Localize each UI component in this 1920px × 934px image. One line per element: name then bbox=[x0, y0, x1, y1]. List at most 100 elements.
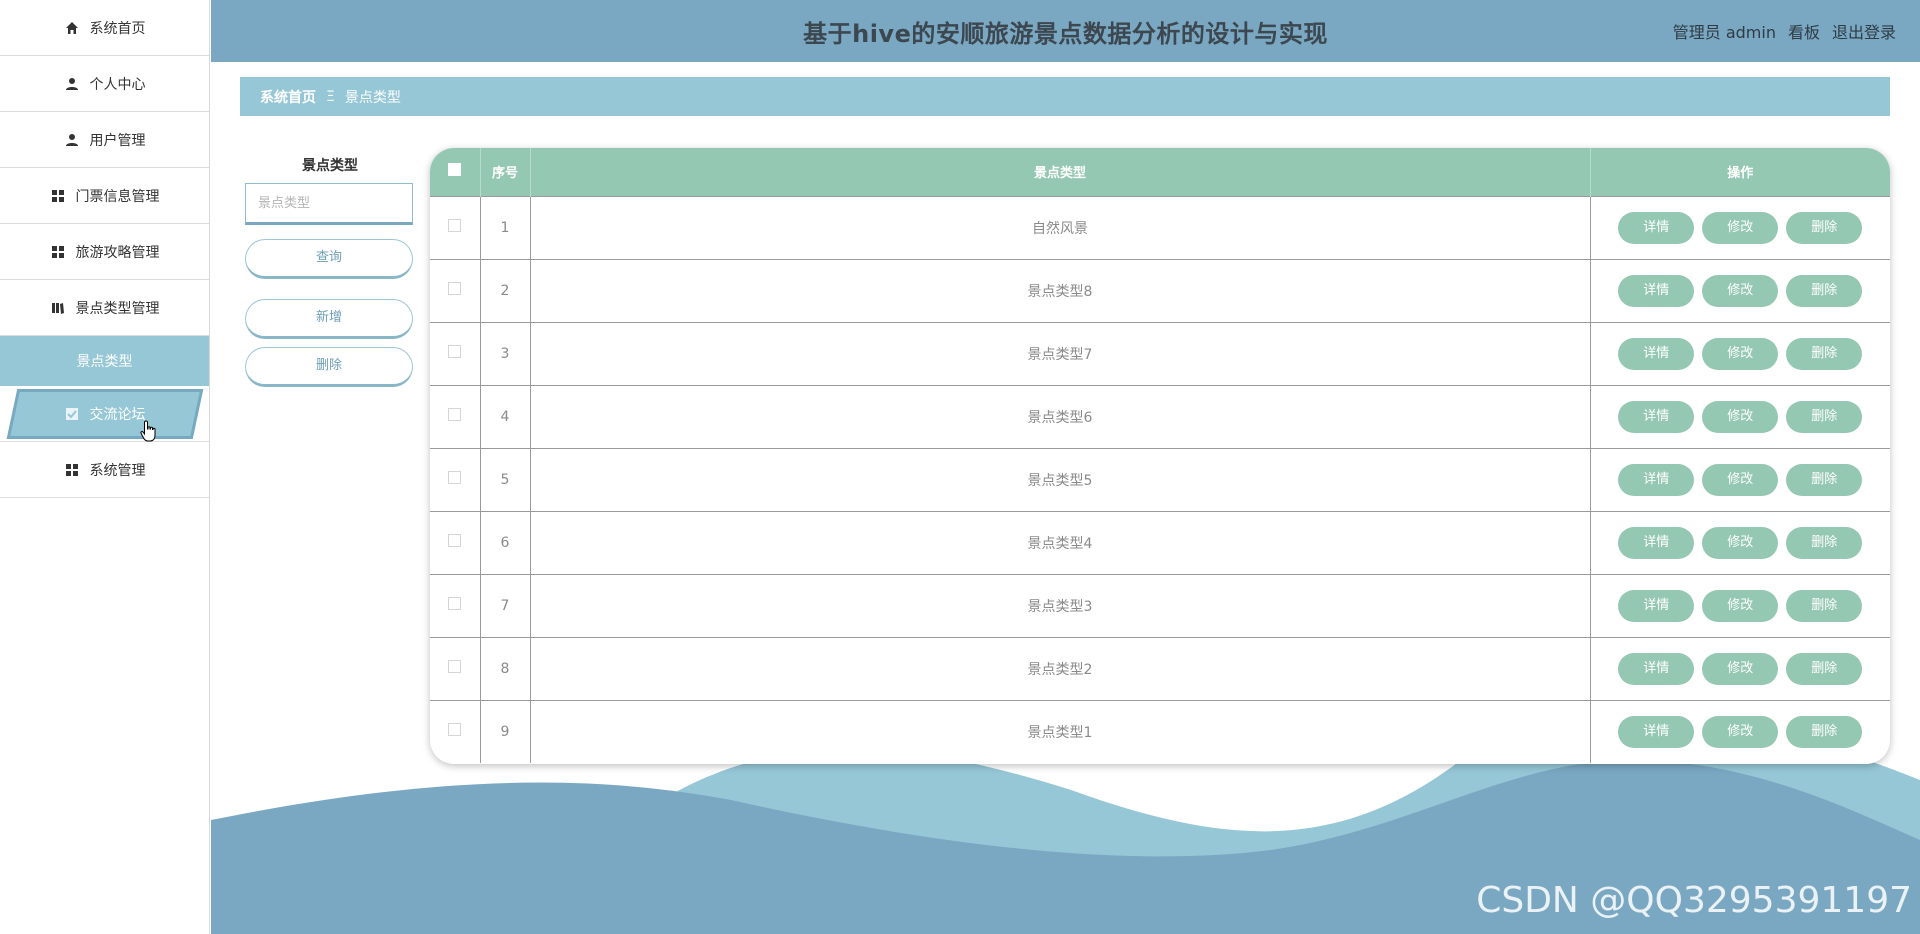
sidebar-item-label: 系统首页 bbox=[89, 20, 146, 37]
row-actions: 详情 修改 删除 bbox=[1590, 447, 1890, 511]
sidebar-item-label: 系统管理 bbox=[89, 462, 146, 479]
select-all-checkbox[interactable] bbox=[448, 163, 462, 177]
sidebar-item-personal-center[interactable]: 个人中心 bbox=[0, 56, 209, 112]
add-button[interactable]: 新增 bbox=[245, 299, 413, 339]
row-spot-type: 自然风景 bbox=[530, 195, 1591, 259]
row-spot-type: 景点类型2 bbox=[530, 636, 1591, 700]
query-button[interactable]: 查询 bbox=[245, 239, 413, 279]
batch-delete-button[interactable]: 删除 bbox=[245, 347, 413, 387]
delete-button[interactable]: 删除 bbox=[1786, 589, 1863, 622]
home-icon bbox=[64, 20, 80, 36]
edit-button[interactable]: 修改 bbox=[1702, 274, 1779, 307]
row-checkbox[interactable] bbox=[448, 534, 462, 547]
sidebar-item-system-management[interactable]: 系统管理 bbox=[0, 442, 209, 498]
admin-user-label: 管理员 admin bbox=[1672, 23, 1776, 42]
detail-button[interactable]: 详情 bbox=[1618, 652, 1695, 685]
sidebar-item-label: 门票信息管理 bbox=[75, 188, 160, 205]
column-header-index: 序号 bbox=[480, 148, 531, 196]
row-select-cell bbox=[430, 636, 481, 700]
edit-button[interactable]: 修改 bbox=[1702, 337, 1779, 370]
sidebar-subitem-spot-type[interactable]: 景点类型 bbox=[0, 336, 209, 386]
grid-icon bbox=[64, 462, 80, 478]
row-checkbox[interactable] bbox=[448, 282, 462, 295]
detail-button[interactable]: 详情 bbox=[1618, 715, 1695, 748]
detail-button[interactable]: 详情 bbox=[1618, 526, 1695, 559]
header-user-area: 管理员 admin 看板 退出登录 bbox=[1673, 0, 1896, 62]
sidebar: 系统首页 个人中心 用户管理 门票信息管理 旅游攻略管理 景点类型管理 景点类型 bbox=[0, 0, 210, 934]
row-spot-type: 景点类型3 bbox=[530, 573, 1591, 637]
delete-button[interactable]: 删除 bbox=[1786, 526, 1863, 559]
logout-link[interactable]: 退出登录 bbox=[1832, 19, 1896, 43]
row-spot-type: 景点类型4 bbox=[530, 510, 1591, 574]
spot-type-search-input[interactable] bbox=[245, 183, 413, 225]
row-spot-type: 景点类型6 bbox=[530, 384, 1591, 448]
hand-cursor-icon bbox=[140, 420, 156, 442]
spot-type-table: 序号 景点类型 操作 1 自然风景 详情 修改 删除 2 景点类型8 详情 修改 删除 3 景点类型7… bbox=[430, 148, 1890, 764]
delete-button[interactable]: 删除 bbox=[1786, 715, 1863, 748]
row-spot-type: 景点类型7 bbox=[530, 321, 1591, 385]
row-index: 2 bbox=[480, 258, 531, 322]
grid-icon bbox=[50, 188, 66, 204]
row-select-cell bbox=[430, 258, 481, 322]
row-select-cell bbox=[430, 195, 481, 259]
header-bar: 基于hive的安顺旅游景点数据分析的设计与实现 管理员 admin 看板 退出登… bbox=[211, 0, 1920, 62]
row-checkbox[interactable] bbox=[448, 345, 462, 358]
sidebar-item-user-management[interactable]: 用户管理 bbox=[0, 112, 209, 168]
row-checkbox[interactable] bbox=[448, 408, 462, 421]
detail-button[interactable]: 详情 bbox=[1618, 274, 1695, 307]
sidebar-item-label: 用户管理 bbox=[89, 132, 146, 149]
edit-button[interactable]: 修改 bbox=[1702, 652, 1779, 685]
search-panel: 景点类型 查询 新增 删除 bbox=[245, 155, 415, 387]
edit-button[interactable]: 修改 bbox=[1702, 526, 1779, 559]
sidebar-item-guide-management[interactable]: 旅游攻略管理 bbox=[0, 224, 209, 280]
delete-button[interactable]: 删除 bbox=[1786, 463, 1863, 496]
detail-button[interactable]: 详情 bbox=[1618, 337, 1695, 370]
sidebar-item-home[interactable]: 系统首页 bbox=[0, 0, 209, 56]
row-checkbox[interactable] bbox=[448, 597, 462, 610]
search-label: 景点类型 bbox=[302, 158, 358, 174]
table-row: 5 景点类型5 详情 修改 删除 bbox=[430, 447, 1890, 511]
checkbox-icon bbox=[64, 406, 80, 422]
detail-button[interactable]: 详情 bbox=[1618, 463, 1695, 496]
page-title: 基于hive的安顺旅游景点数据分析的设计与实现 bbox=[803, 19, 1328, 48]
row-spot-type: 景点类型5 bbox=[530, 447, 1591, 511]
edit-button[interactable]: 修改 bbox=[1702, 715, 1779, 748]
row-select-cell bbox=[430, 510, 481, 574]
row-checkbox[interactable] bbox=[448, 660, 462, 673]
row-index: 8 bbox=[480, 636, 531, 700]
delete-button[interactable]: 删除 bbox=[1786, 274, 1863, 307]
table-row: 2 景点类型8 详情 修改 删除 bbox=[430, 258, 1890, 322]
sidebar-item-ticket-management[interactable]: 门票信息管理 bbox=[0, 168, 209, 224]
sidebar-item-label: 旅游攻略管理 bbox=[75, 244, 160, 261]
detail-button[interactable]: 详情 bbox=[1618, 211, 1695, 244]
dashboard-link[interactable]: 看板 bbox=[1788, 19, 1820, 43]
delete-button[interactable]: 删除 bbox=[1786, 652, 1863, 685]
column-header-actions: 操作 bbox=[1727, 166, 1754, 182]
edit-button[interactable]: 修改 bbox=[1702, 463, 1779, 496]
detail-button[interactable]: 详情 bbox=[1618, 400, 1695, 433]
row-index: 3 bbox=[480, 321, 531, 385]
sidebar-item-forum[interactable]: 交流论坛 bbox=[0, 386, 209, 442]
row-index: 5 bbox=[480, 447, 531, 511]
delete-button[interactable]: 删除 bbox=[1786, 337, 1863, 370]
edit-button[interactable]: 修改 bbox=[1702, 211, 1779, 244]
row-actions: 详情 修改 删除 bbox=[1590, 258, 1890, 322]
sidebar-item-label: 交流论坛 bbox=[89, 406, 146, 423]
row-checkbox[interactable] bbox=[448, 219, 462, 232]
row-actions: 详情 修改 删除 bbox=[1590, 510, 1890, 574]
edit-button[interactable]: 修改 bbox=[1702, 589, 1779, 622]
breadcrumb-home[interactable]: 系统首页 bbox=[260, 87, 316, 107]
delete-button[interactable]: 删除 bbox=[1786, 400, 1863, 433]
table-row: 4 景点类型6 详情 修改 删除 bbox=[430, 384, 1890, 448]
row-index: 7 bbox=[480, 573, 531, 637]
delete-button[interactable]: 删除 bbox=[1786, 211, 1863, 244]
row-checkbox[interactable] bbox=[448, 723, 462, 737]
edit-button[interactable]: 修改 bbox=[1702, 400, 1779, 433]
detail-button[interactable]: 详情 bbox=[1618, 589, 1695, 622]
row-actions: 详情 修改 删除 bbox=[1590, 699, 1890, 763]
grid-icon bbox=[50, 244, 66, 260]
sidebar-item-spot-type-management[interactable]: 景点类型管理 bbox=[0, 280, 209, 336]
row-spot-type: 景点类型8 bbox=[530, 258, 1591, 322]
person-icon bbox=[64, 76, 80, 92]
row-checkbox[interactable] bbox=[448, 471, 462, 484]
